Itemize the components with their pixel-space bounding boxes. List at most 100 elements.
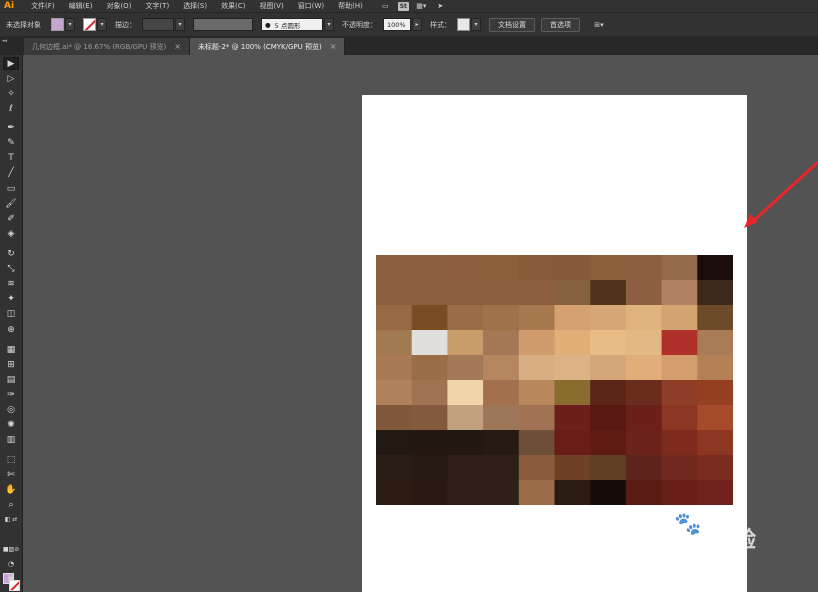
mosaic-cell [661, 355, 698, 381]
menu-view[interactable]: 视图(V) [252, 1, 290, 11]
close-icon[interactable]: × [330, 42, 337, 51]
menu-help[interactable]: 帮助(H) [331, 1, 370, 11]
preferences-button[interactable]: 首选项 [541, 17, 580, 32]
mosaic-cell [518, 305, 555, 331]
puppet-warp-tool-icon[interactable]: ✦ [3, 292, 19, 305]
eraser-tool-icon[interactable]: ◈ [3, 227, 19, 240]
stock-icon[interactable]: St [397, 1, 409, 11]
stroke-swatch[interactable] [83, 18, 96, 31]
canvas-area[interactable] [24, 55, 818, 592]
symbol-sprayer-tool-icon[interactable]: ✺ [3, 418, 19, 431]
close-icon[interactable]: × [174, 42, 181, 51]
menu-type[interactable]: 文字(T) [138, 1, 176, 11]
tab-label: 未标题-2* @ 100% (CMYK/GPU 预览) [197, 42, 322, 51]
drawing-mode-icon[interactable]: ◔ [3, 557, 19, 570]
mosaic-cell [661, 405, 698, 431]
mosaic-cell [376, 355, 413, 381]
perspective-grid-tool-icon[interactable]: ▦ [3, 343, 19, 356]
stroke-weight-field[interactable] [142, 18, 174, 31]
mosaic-cell [697, 355, 733, 381]
mosaic-cell [625, 405, 663, 431]
blend-tool-icon[interactable]: ◎ [3, 403, 19, 416]
stroke-weight-dropdown-icon[interactable]: ▾ [175, 18, 185, 31]
mosaic-cell [483, 280, 520, 306]
tab-document-1[interactable]: 几何边框.ai* @ 16.67% (RGB/GPU 预览) × [24, 38, 190, 55]
fill-swatch[interactable] [51, 18, 64, 31]
workspace-layout-icon[interactable]: ▦▾ [415, 2, 428, 11]
mosaic-cell [661, 280, 698, 306]
color-mode-icons[interactable]: ■▨⊘ [3, 543, 19, 556]
direct-selection-tool-icon[interactable]: ▷ [3, 72, 19, 85]
magic-wand-tool-icon[interactable]: ✧ [3, 87, 19, 100]
menu-file[interactable]: 文件(F) [24, 1, 62, 11]
shaper-tool-icon[interactable]: ✐ [3, 212, 19, 225]
tab-document-2[interactable]: 未标题-2* @ 100% (CMYK/GPU 预览) × [189, 38, 346, 55]
eyedropper-tool-icon[interactable]: ✑ [3, 388, 19, 401]
arrange-documents-icon[interactable]: ⊞▾ [589, 20, 609, 29]
opacity-dropdown-icon[interactable]: ▸ [412, 18, 422, 31]
pen-tool-icon[interactable]: ✒ [3, 121, 19, 134]
default-colors-icon[interactable]: ◧ ⇄ [3, 513, 19, 526]
mosaic-cell [447, 480, 484, 505]
mosaic-cell [554, 305, 591, 331]
graphic-style-swatch[interactable] [457, 18, 470, 31]
send-icon[interactable]: ➤ [434, 2, 447, 11]
stroke-dropdown-icon[interactable]: ▾ [97, 18, 107, 31]
shape-builder-tool-icon[interactable]: ⊕ [3, 323, 19, 336]
stroke-label: 描边： [115, 20, 136, 29]
brush-definition-field[interactable]: ● 5 点圆形 [261, 18, 323, 31]
mosaic-cell [697, 255, 733, 281]
mosaic-cell [697, 405, 733, 431]
zoom-tool-icon[interactable]: ⌕ [3, 498, 19, 511]
hand-tool-icon[interactable]: ✋ [3, 483, 19, 496]
line-tool-icon[interactable]: ╱ [3, 166, 19, 179]
mosaic-cell [483, 355, 520, 381]
opacity-field[interactable]: 100% [383, 18, 411, 31]
mosaic-cell [554, 430, 591, 456]
selection-status: 未选择对象 [6, 20, 41, 29]
artboard-tool-icon[interactable]: ⬚ [3, 453, 19, 466]
brush-dropdown-icon[interactable]: ▾ [324, 18, 334, 31]
mosaic-cell [518, 455, 555, 481]
menu-select[interactable]: 选择(S) [176, 1, 214, 11]
brush-dot-icon: ● [265, 20, 271, 29]
mosaic-cell [661, 455, 698, 481]
warp-tool-icon[interactable]: ≋ [3, 277, 19, 290]
document-setup-button[interactable]: 文档设置 [489, 17, 535, 32]
mosaic-cell [625, 380, 663, 406]
menu-window[interactable]: 窗口(W) [291, 1, 331, 11]
paintbrush-tool-icon[interactable]: 🖌 [3, 197, 19, 210]
selection-tool-icon[interactable]: ▶ [3, 57, 19, 70]
menu-effect[interactable]: 效果(C) [214, 1, 252, 11]
mesh-tool-icon[interactable]: ⊞ [3, 358, 19, 371]
style-dropdown-icon[interactable]: ▾ [471, 18, 481, 31]
mosaic-cell [554, 405, 591, 431]
mosaic-cell [590, 255, 627, 281]
rotate-tool-icon[interactable]: ↻ [3, 247, 19, 260]
fill-dropdown-icon[interactable]: ▾ [65, 18, 75, 31]
mosaic-cell [590, 280, 627, 306]
mosaic-cell [661, 430, 698, 456]
scale-tool-icon[interactable]: ⤡ [3, 262, 19, 275]
type-tool-icon[interactable]: T [3, 151, 19, 164]
lasso-tool-icon[interactable]: ℓ [3, 102, 19, 115]
pixel-mosaic-image[interactable] [376, 255, 733, 505]
mosaic-cell [483, 330, 520, 356]
mosaic-cell [554, 255, 591, 281]
gradient-tool-icon[interactable]: ▤ [3, 373, 19, 386]
menu-object[interactable]: 对象(O) [99, 1, 138, 11]
column-graph-tool-icon[interactable]: ▥ [3, 433, 19, 446]
screen-mode-icon[interactable]: ▣ [3, 571, 19, 584]
mosaic-cell [411, 455, 448, 481]
menubar-icons: ▭ St ▦▾ ➤ [376, 1, 450, 11]
slice-tool-icon[interactable]: ✄ [3, 468, 19, 481]
curvature-tool-icon[interactable]: ✎ [3, 136, 19, 149]
free-transform-tool-icon[interactable]: ◫ [3, 307, 19, 320]
variable-width-profile[interactable] [193, 18, 253, 31]
artboard[interactable] [362, 95, 747, 592]
menu-edit[interactable]: 编辑(E) [62, 1, 100, 11]
bridge-icon[interactable]: ▭ [379, 2, 392, 11]
collapse-panel-icon[interactable]: ◂◂ [2, 38, 7, 44]
mosaic-cell [590, 305, 627, 331]
rectangle-tool-icon[interactable]: ▭ [3, 182, 19, 195]
